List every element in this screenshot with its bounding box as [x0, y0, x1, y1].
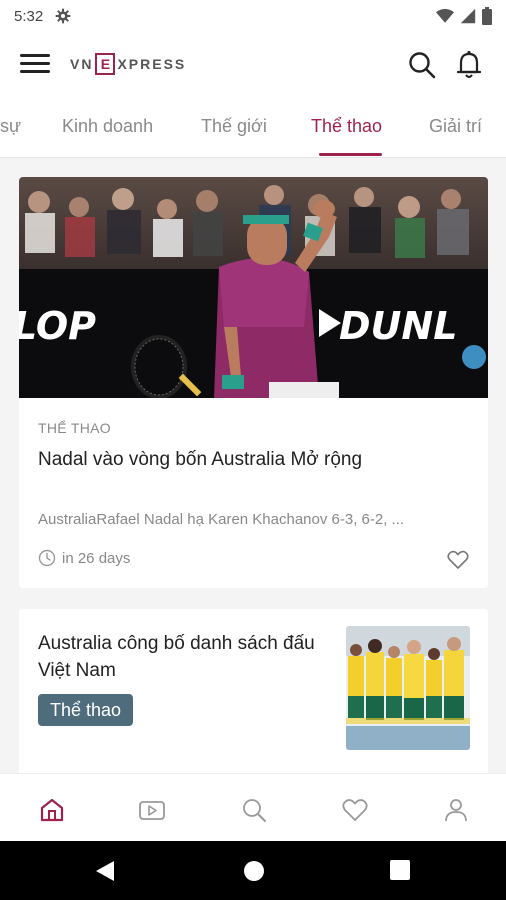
logo-text-left: VN [70, 56, 94, 72]
video-icon [139, 801, 165, 820]
notifications-button[interactable] [455, 49, 485, 81]
signal-icon [460, 8, 476, 24]
bottom-navigation [0, 773, 506, 841]
heart-icon [342, 799, 368, 821]
home-icon [40, 798, 64, 822]
article-hero-image: LOP DUNL [19, 177, 488, 398]
clock-icon [38, 549, 56, 567]
user-icon [445, 799, 467, 822]
menu-icon [20, 54, 50, 57]
app-logo: VN E XPRESS [70, 52, 186, 76]
menu-icon-line [20, 70, 50, 73]
category-tabs: sự Kinh doanh Thế giới Thể thao Giải trí [0, 96, 506, 158]
banner-text-right: DUNL [339, 304, 457, 348]
article-time-text: in 26 days [62, 549, 131, 567]
heart-icon [447, 550, 469, 569]
app-bar: VN E XPRESS [0, 32, 506, 96]
status-bar: 5:32 [0, 0, 506, 32]
home-button-icon[interactable] [243, 860, 265, 882]
recents-icon[interactable] [390, 860, 410, 880]
search-icon [409, 52, 436, 79]
battery-icon [482, 7, 492, 25]
tab-giai-tri[interactable]: Giải trí [429, 116, 482, 137]
status-time: 5:32 [14, 7, 44, 25]
article-card[interactable]: Australia công bố danh sách đấu Việt Nam… [19, 609, 488, 779]
category-badge[interactable]: Thể thao [38, 694, 134, 726]
tab-kinh-doanh[interactable]: Kinh doanh [62, 116, 153, 137]
article-title[interactable]: Australia công bố danh sách đấu Việt Nam [38, 630, 318, 684]
nav-favorites[interactable] [341, 796, 369, 824]
favorite-button[interactable] [447, 550, 469, 570]
tab-thoi-su[interactable]: sự [0, 116, 21, 137]
system-navigation-bar [0, 841, 506, 900]
nav-video[interactable] [138, 796, 166, 824]
featured-article-card[interactable]: LOP DUNL THỂ THAO Nadal vào vòng bốn Aus… [19, 177, 488, 588]
wifi-icon [436, 8, 454, 23]
banner-text-left: LOP [19, 304, 96, 348]
article-category: THỂ THAO [38, 420, 111, 436]
menu-icon-line [20, 62, 50, 65]
nav-profile[interactable] [442, 796, 470, 824]
bell-icon [456, 50, 482, 78]
logo-text-right: XPRESS [117, 56, 187, 72]
article-title[interactable]: Nadal vào vòng bốn Australia Mở rộng [38, 449, 362, 471]
search-icon [243, 799, 266, 822]
nav-home[interactable] [38, 796, 66, 824]
nav-search[interactable] [240, 796, 268, 824]
settings-icon [55, 8, 71, 24]
tab-the-gioi[interactable]: Thế giới [201, 116, 267, 137]
menu-button[interactable] [20, 50, 50, 78]
logo-mark: E [95, 53, 116, 75]
tab-the-thao[interactable]: Thể thao [311, 116, 382, 137]
search-button[interactable] [407, 50, 437, 80]
article-summary: AustraliaRafael Nadal hạ Karen Khachanov… [38, 511, 405, 528]
back-icon[interactable] [94, 860, 116, 882]
active-tab-indicator [319, 153, 382, 156]
article-time: in 26 days [38, 549, 130, 567]
article-thumbnail [346, 626, 470, 750]
